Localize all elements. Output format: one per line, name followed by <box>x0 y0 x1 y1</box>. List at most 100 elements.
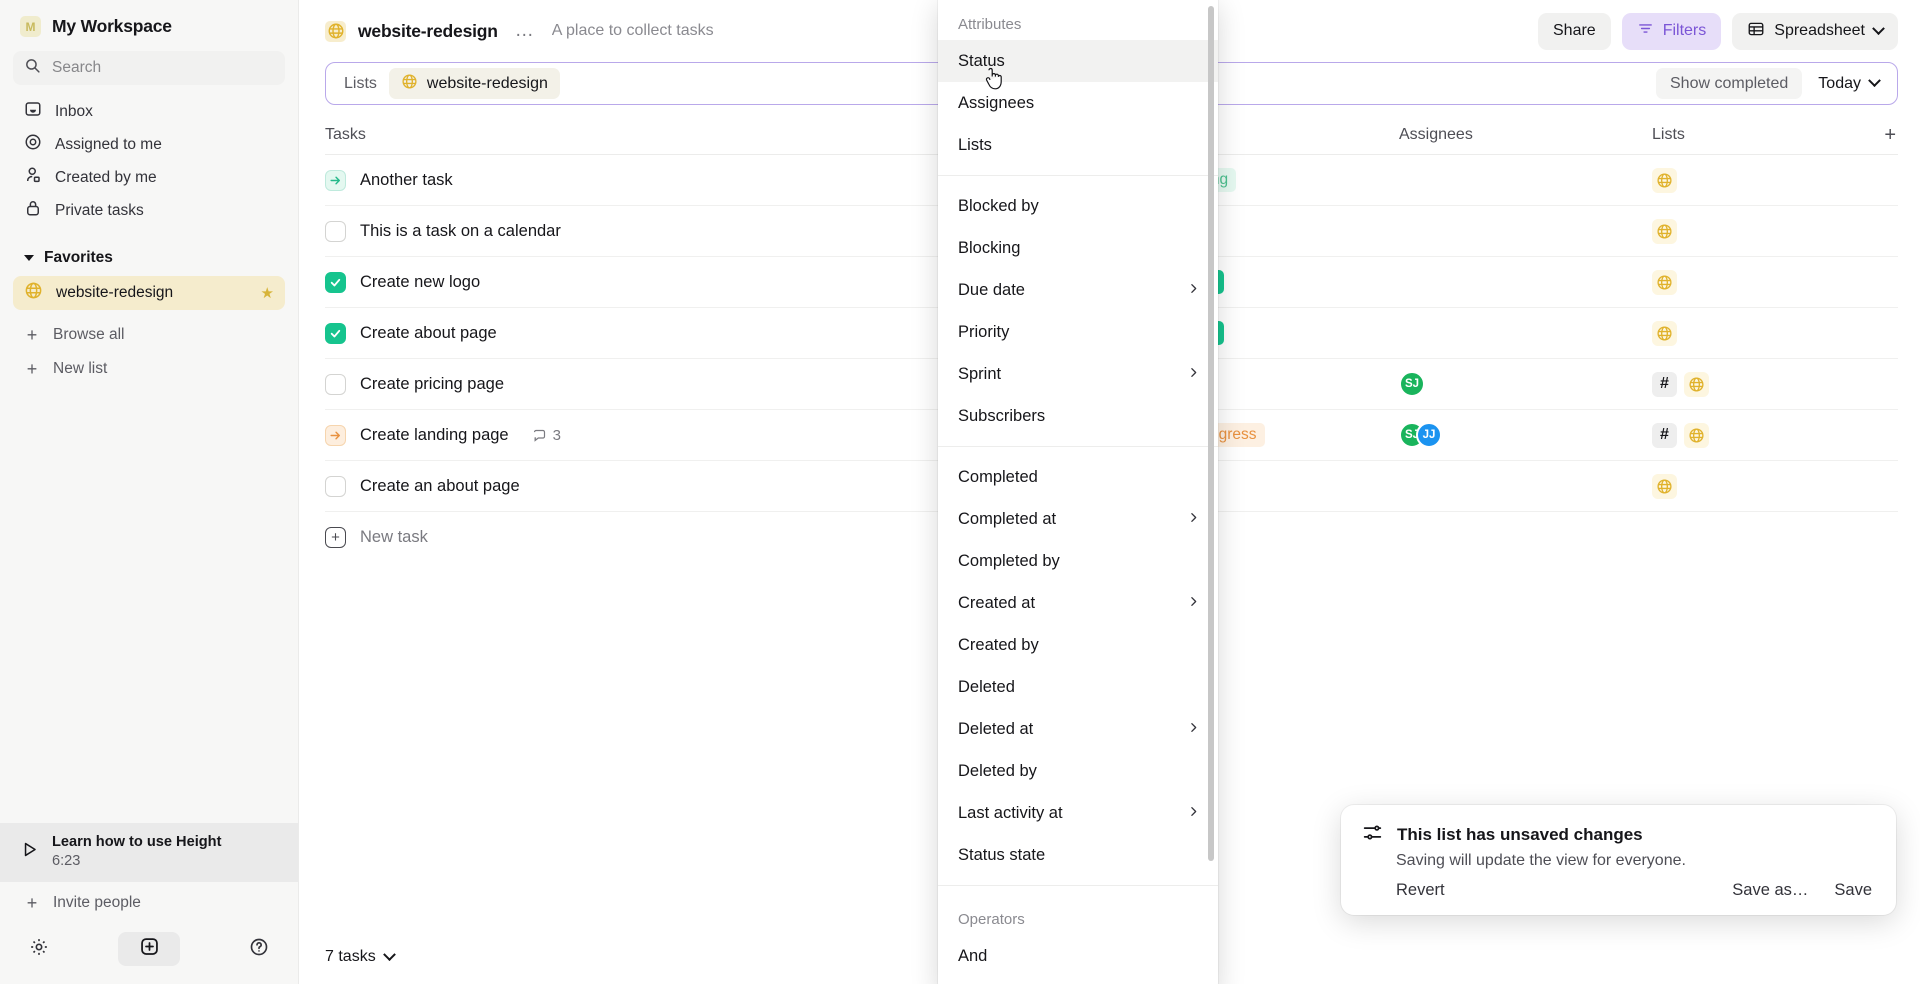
new-item-button[interactable] <box>118 932 180 966</box>
lists-cell[interactable]: # <box>1652 371 1898 397</box>
revert-button[interactable]: Revert <box>1396 881 1445 900</box>
column-header-lists[interactable]: Lists + <box>1652 125 1898 145</box>
view-label: Spreadsheet <box>1774 22 1865 39</box>
list-description[interactable]: A place to collect tasks <box>552 22 714 40</box>
task-name: Create about page <box>360 323 497 342</box>
task-checkbox[interactable] <box>325 373 346 395</box>
plus-square-icon <box>139 936 160 962</box>
menu-item-created-by[interactable]: Created by <box>938 624 1218 666</box>
date-range-selector[interactable]: Today <box>1802 68 1891 99</box>
hash-list-icon[interactable]: # <box>1652 371 1677 397</box>
globe-list-icon[interactable] <box>1684 371 1709 397</box>
globe-list-icon[interactable] <box>1652 167 1677 193</box>
inbox-icon <box>24 100 42 123</box>
sidebar-item-assigned-to-me[interactable]: Assigned to me <box>13 128 285 161</box>
settings-button[interactable] <box>22 932 56 966</box>
star-icon[interactable]: ★ <box>261 284 274 302</box>
search-input[interactable]: Search <box>13 51 285 85</box>
globe-list-icon[interactable] <box>1652 218 1677 244</box>
lists-cell[interactable] <box>1652 218 1898 244</box>
filters-button[interactable]: Filters <box>1621 12 1722 50</box>
assignees-cell[interactable]: SJ <box>1399 371 1652 397</box>
menu-item-label: Status <box>958 51 1005 70</box>
menu-item-due-date[interactable]: Due date <box>938 269 1218 311</box>
person-icon <box>24 166 42 189</box>
play-icon <box>20 840 39 864</box>
menu-item-label: Created at <box>958 593 1036 612</box>
menu-item-completed-by[interactable]: Completed by <box>938 540 1218 582</box>
task-status-icon[interactable] <box>325 424 346 446</box>
sidebar-item-created-by-me[interactable]: Created by me <box>13 161 285 194</box>
globe-list-icon[interactable] <box>1684 422 1709 448</box>
menu-item-status[interactable]: Status <box>938 40 1218 82</box>
globe-list-icon[interactable] <box>1652 320 1677 346</box>
assignee-avatars[interactable]: SJ JJ <box>1399 422 1652 448</box>
assignees-cell[interactable]: SJ JJ <box>1399 422 1652 448</box>
search-icon <box>24 57 41 79</box>
menu-item-deleted-by[interactable]: Deleted by <box>938 750 1218 792</box>
favorites-section-header[interactable]: Favorites <box>13 243 285 273</box>
task-checkbox[interactable] <box>325 271 346 293</box>
help-button[interactable] <box>242 932 276 966</box>
sidebar-item-inbox[interactable]: Inbox <box>13 95 285 128</box>
menu-item-lists[interactable]: Lists <box>938 124 1218 166</box>
invite-people-button[interactable]: + Invite people <box>13 886 285 920</box>
workspace-header[interactable]: M My Workspace <box>0 0 298 47</box>
task-status-icon[interactable] <box>325 169 346 191</box>
save-as-button[interactable]: Save as… <box>1732 881 1808 900</box>
menu-item-assignees[interactable]: Assignees <box>938 82 1218 124</box>
new-list-button[interactable]: + New list <box>13 352 285 386</box>
globe-list-icon[interactable] <box>1652 269 1677 295</box>
menu-item-last-activity-at[interactable]: Last activity at <box>938 792 1218 834</box>
lists-cell[interactable] <box>1652 320 1898 346</box>
menu-item-completed-at[interactable]: Completed at <box>938 498 1218 540</box>
task-count[interactable]: 7 tasks <box>325 947 396 966</box>
help-circle-icon <box>249 937 269 962</box>
menu-scrollbar[interactable] <box>1208 6 1214 861</box>
globe-list-icon[interactable] <box>1652 473 1677 499</box>
invite-people-label: Invite people <box>53 894 141 911</box>
menu-item-completed[interactable]: Completed <box>938 456 1218 498</box>
menu-item-blocking[interactable]: Blocking <box>938 227 1218 269</box>
menu-item-priority[interactable]: Priority <box>938 311 1218 353</box>
filter-value-chip[interactable]: website-redesign <box>388 68 560 99</box>
more-options-button[interactable]: … <box>510 20 540 42</box>
column-header-assignees[interactable]: Assignees <box>1399 126 1652 144</box>
lists-cell[interactable] <box>1652 167 1898 193</box>
menu-item-and[interactable]: And <box>938 935 1218 977</box>
share-button[interactable]: Share <box>1538 12 1611 50</box>
menu-item-blocked-by[interactable]: Blocked by <box>938 185 1218 227</box>
sidebar-item-label: website-redesign <box>56 284 174 301</box>
menu-item-deleted-at[interactable]: Deleted at <box>938 708 1218 750</box>
globe-list-icon <box>401 73 418 95</box>
menu-item-deleted[interactable]: Deleted <box>938 666 1218 708</box>
lists-cell[interactable] <box>1652 269 1898 295</box>
gear-icon <box>29 937 49 962</box>
save-button[interactable]: Save <box>1834 881 1872 900</box>
menu-item-label: Deleted at <box>958 719 1034 738</box>
browse-all-button[interactable]: + Browse all <box>13 318 285 352</box>
add-column-button[interactable]: + <box>1884 125 1898 145</box>
menu-item-status-state[interactable]: Status state <box>938 834 1218 876</box>
show-completed-toggle[interactable]: Show completed <box>1656 68 1803 99</box>
hash-list-icon[interactable]: # <box>1652 422 1677 448</box>
task-checkbox[interactable] <box>325 322 346 344</box>
assignee-avatars[interactable]: SJ <box>1399 371 1652 397</box>
lists-cell[interactable]: # <box>1652 422 1898 448</box>
learn-height-card[interactable]: Learn how to use Height 6:23 <box>0 822 298 882</box>
menu-items: Attributes Status Assignees Lists Blocked by… <box>938 0 1218 984</box>
view-selector-button[interactable]: Spreadsheet <box>1732 12 1898 50</box>
sidebar-item-website-redesign[interactable]: website-redesign ★ <box>13 276 285 310</box>
task-checkbox[interactable] <box>325 220 346 242</box>
menu-item-sprint[interactable]: Sprint <box>938 353 1218 395</box>
lists-cell[interactable] <box>1652 473 1898 499</box>
menu-item-label: And <box>958 946 988 965</box>
menu-item-or[interactable]: Or <box>938 977 1218 984</box>
menu-item-created-at[interactable]: Created at <box>938 582 1218 624</box>
filter-attribute-chip[interactable]: Lists <box>332 68 389 99</box>
sidebar-item-private-tasks[interactable]: Private tasks <box>13 194 285 227</box>
comment-count[interactable]: 3 <box>532 427 561 444</box>
menu-item-subscribers[interactable]: Subscribers <box>938 395 1218 437</box>
task-checkbox[interactable] <box>325 475 346 497</box>
